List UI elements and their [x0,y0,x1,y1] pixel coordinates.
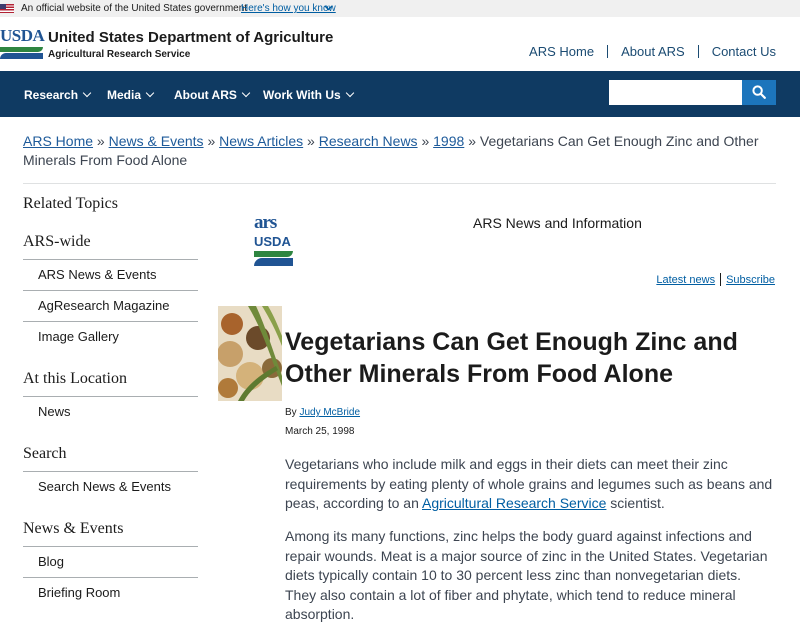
breadcrumb-research-news[interactable]: Research News [319,133,418,149]
related-topics-heading: Related Topics [23,195,119,212]
about-ars-link[interactable]: About ARS [621,44,685,59]
nav-media[interactable]: Media [107,71,155,117]
sidebar-item-briefing-room[interactable]: Briefing Room [23,577,198,607]
nav-about-ars-label: About ARS [174,88,237,102]
search-input[interactable] [609,80,742,105]
breadcrumb-1998[interactable]: 1998 [433,133,464,149]
search-icon [752,85,766,99]
sidebar-heading-news-events: News & Events [23,520,124,537]
article-paragraph-1: Vegetarians who include milk and eggs in… [285,455,775,514]
byline: By Judy McBride [285,407,360,418]
nav-research[interactable]: Research [24,71,92,117]
us-flag-icon [0,4,14,13]
nav-about-ars[interactable]: About ARS [174,71,251,117]
nav-work-with-us-label: Work With Us [263,88,341,102]
subscribe-link[interactable]: Subscribe [726,274,775,286]
article-image-grains-legumes [218,306,282,401]
breadcrumb-separator: » [207,133,216,149]
byline-by: By [285,407,297,418]
sidebar-item-search-news-events[interactable]: Search News & Events [23,471,198,501]
divider [23,183,776,184]
logo-green-wave [0,47,43,52]
contact-us-link[interactable]: Contact Us [712,44,776,59]
logo-green-wave [254,251,293,257]
article-date: March 25, 1998 [285,426,355,437]
sidebar-item-ars-news-events[interactable]: ARS News & Events [23,259,198,289]
ars-link[interactable]: Agricultural Research Service [422,495,606,511]
sidebar-item-agresearch-magazine[interactable]: AgResearch Magazine [23,290,198,320]
sidebar-item-news[interactable]: News [23,396,198,426]
breadcrumb-separator: » [468,133,476,149]
news-links: Latest news Subscribe [656,273,775,286]
breadcrumb-separator: » [307,133,315,149]
sidebar-heading-ars-wide: ARS-wide [23,233,91,250]
breadcrumb-separator: » [421,133,430,149]
divider [607,45,609,58]
sidebar-item-blog[interactable]: Blog [23,546,198,576]
logo-blue-wave [0,53,43,59]
chevron-down-icon [241,88,251,98]
breadcrumb-news-articles[interactable]: News Articles [219,133,303,149]
sidebar-heading-at-this-location: At this Location [23,370,127,387]
main-nav: Research Media About ARS Work With Us [0,71,800,117]
heres-how-you-know-link[interactable]: Here's how you know [241,0,336,17]
nav-media-label: Media [107,88,142,102]
breadcrumb-ars-home[interactable]: ARS Home [23,133,93,149]
ars-news-info-heading: ARS News and Information [473,215,642,231]
breadcrumb: ARS Home » News & Events » News Articles… [23,132,778,170]
usda-logo-text: USDA [0,26,45,45]
gov-banner: An official website of the United States… [0,0,800,17]
search-button[interactable] [742,80,776,105]
article-title: Vegetarians Can Get Enough Zinc and Othe… [285,328,738,388]
chevron-down-icon [345,88,354,98]
divider [697,45,699,58]
header-links: ARS Home About ARS Contact Us [529,44,776,59]
ars-logo-letters: ars [254,212,277,233]
breadcrumb-separator: » [96,133,105,149]
nav-research-label: Research [24,88,79,102]
site-header: USDA United States Department of Agricul… [0,17,800,71]
divider [720,273,722,286]
nav-work-with-us[interactable]: Work With Us [263,71,354,117]
ars-home-link[interactable]: ARS Home [529,44,594,59]
usda-logo[interactable]: USDA [0,26,45,61]
agency-subtitle[interactable]: Agricultural Research Service [48,49,190,60]
chevron-down-icon[interactable] [324,0,333,17]
ars-logo-usda: USDA [254,234,291,249]
sidebar-heading-search: Search [23,445,67,462]
chevron-down-icon [145,88,155,98]
breadcrumb-news-events[interactable]: News & Events [109,133,204,149]
ars-usda-logo: ars USDA [254,212,294,268]
sidebar-item-image-gallery[interactable]: Image Gallery [23,321,198,351]
gov-banner-text: An official website of the United States… [21,3,248,14]
agency-title[interactable]: United States Department of Agriculture [48,29,333,46]
paragraph-1-end: scientist. [610,495,665,511]
author-link[interactable]: Judy McBride [299,407,360,418]
article-paragraph-2: Among its many functions, zinc helps the… [285,528,768,622]
latest-news-link[interactable]: Latest news [656,274,715,286]
chevron-down-icon [82,88,92,98]
logo-blue-wave [254,258,293,266]
